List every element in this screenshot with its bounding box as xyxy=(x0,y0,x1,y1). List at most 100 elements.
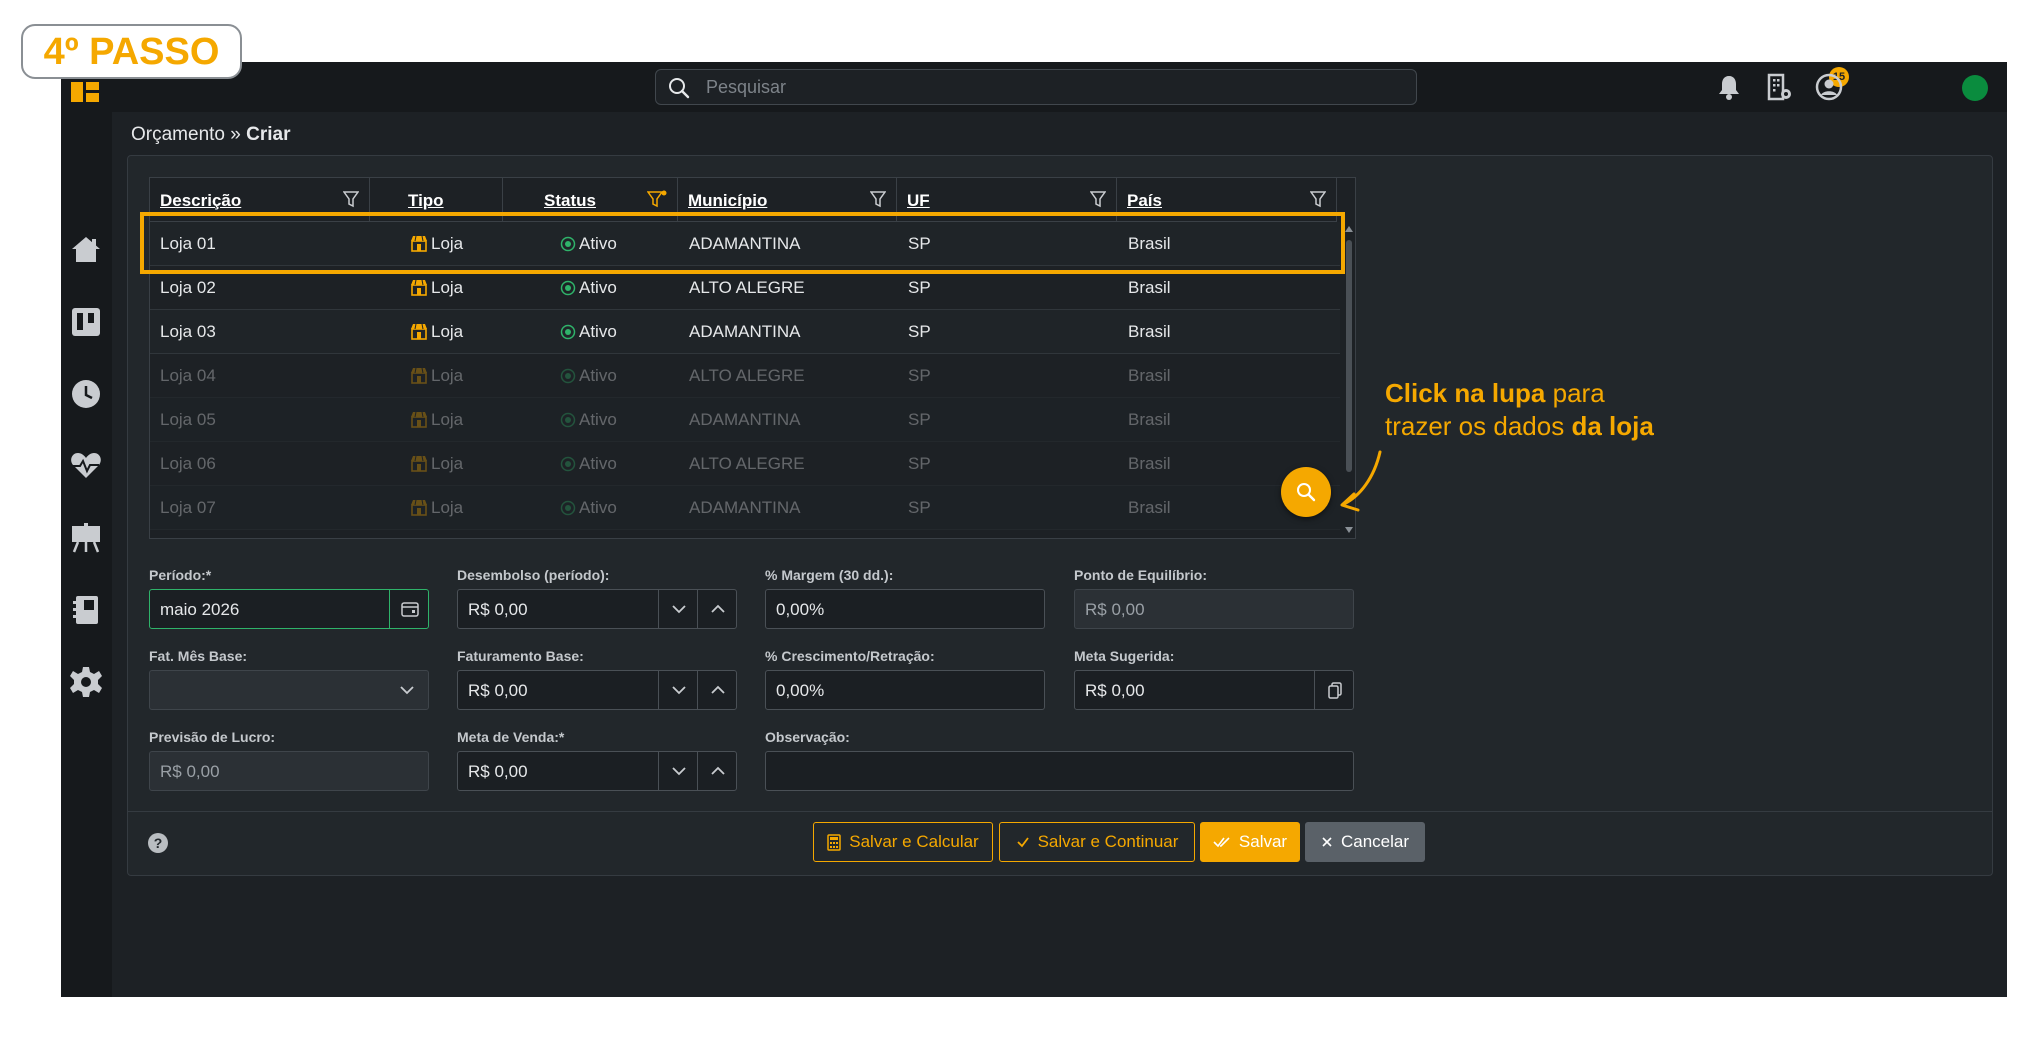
decrement-button[interactable] xyxy=(658,671,697,709)
cell-text: Ativo xyxy=(579,410,617,429)
cell-text: SP xyxy=(908,410,931,429)
save-and-continue-label: Salvar e Continuar xyxy=(1037,832,1179,851)
scroll-down-arrow[interactable] xyxy=(1345,527,1353,533)
search-box[interactable] xyxy=(655,69,1417,105)
cell-text: Brasil xyxy=(1128,366,1171,385)
margem-field[interactable]: 0,00% xyxy=(765,589,1045,629)
help-icon[interactable]: ? xyxy=(148,833,168,853)
save-and-continue-button[interactable]: Salvar e Continuar xyxy=(999,822,1195,862)
decrement-button[interactable] xyxy=(658,752,697,790)
column-header-label: Descrição xyxy=(160,191,242,210)
chevron-up-icon xyxy=(711,604,725,613)
increment-button[interactable] xyxy=(697,671,736,709)
table-row[interactable]: Loja 04 Loja Ativo ALTO ALEGRE SP Brasil xyxy=(150,354,1340,398)
bell-icon[interactable] xyxy=(1714,72,1744,102)
table-row[interactable]: Loja 06 Loja Ativo ALTO ALEGRE SP Brasil xyxy=(150,442,1340,486)
status-active-icon xyxy=(560,368,576,384)
meta-venda-field[interactable]: R$ 0,00 xyxy=(457,751,737,791)
cell-text: Ativo xyxy=(579,278,617,297)
cell-text: ALTO ALEGRE xyxy=(689,278,805,297)
chevron-down-icon xyxy=(672,605,686,614)
cell-uf: SP xyxy=(908,366,931,386)
cell-text: Loja 07 xyxy=(160,498,216,517)
previsao-lucro-value: R$ 0,00 xyxy=(160,762,220,781)
filter-icon[interactable] xyxy=(870,190,886,208)
meta-sugerida-field[interactable]: R$ 0,00 xyxy=(1074,670,1354,710)
observacao-field[interactable] xyxy=(765,751,1354,791)
search-icon xyxy=(669,78,690,99)
building-settings-icon[interactable] xyxy=(1764,72,1794,102)
table-row[interactable]: Loja 05 Loja Ativo ADAMANTINA SP Brasil xyxy=(150,398,1340,442)
cell-pais: Brasil xyxy=(1128,454,1171,474)
table-row[interactable]: Loja 07 Loja Ativo ADAMANTINA SP Brasil xyxy=(150,486,1340,530)
cell-text: Loja 03 xyxy=(160,322,216,341)
cell-text: Brasil xyxy=(1128,454,1171,473)
store-icon xyxy=(411,279,427,296)
scroll-up-arrow[interactable] xyxy=(1345,226,1353,232)
copy-button[interactable] xyxy=(1314,671,1353,709)
cell-text: Loja xyxy=(431,366,464,385)
desembolso-value[interactable]: R$ 0,00 xyxy=(468,600,528,620)
store-icon xyxy=(411,323,427,340)
magnifier-fab-button[interactable] xyxy=(1281,467,1331,517)
cell-text: Brasil xyxy=(1128,278,1171,297)
cell-uf: SP xyxy=(908,278,931,298)
user-account-icon[interactable] xyxy=(1814,72,1844,102)
breadcrumb-current: Criar xyxy=(246,124,291,145)
crescimento-value[interactable]: 0,00% xyxy=(776,681,824,701)
cell-municipio: ADAMANTINA xyxy=(689,410,800,430)
periodo-value[interactable]: maio 2026 xyxy=(160,600,239,620)
cell-status: Ativo xyxy=(560,322,617,342)
faturamento-base-field[interactable]: R$ 0,00 xyxy=(457,670,737,710)
filter-icon[interactable] xyxy=(1310,190,1326,208)
app-window: 15 xyxy=(61,62,2007,997)
chevron-down-icon[interactable] xyxy=(398,681,416,699)
cell-descricao: Loja 02 xyxy=(160,278,216,298)
save-and-calculate-button[interactable]: Salvar e Calcular xyxy=(813,822,993,862)
calendar-button[interactable] xyxy=(389,590,428,628)
increment-button[interactable] xyxy=(697,590,736,628)
step-badge: 4º PASSO xyxy=(21,24,242,79)
filter-icon[interactable] xyxy=(1090,190,1106,208)
breadcrumb-separator: » xyxy=(224,124,247,145)
cell-text: ADAMANTINA xyxy=(689,498,801,517)
breadcrumb-parent[interactable]: Orçamento xyxy=(131,124,225,145)
status-active-icon xyxy=(560,456,576,472)
column-header-label: Município xyxy=(688,191,768,210)
fat-mes-base-select[interactable] xyxy=(149,670,429,710)
cell-text: Loja 02 xyxy=(160,278,216,297)
check-icon xyxy=(1016,837,1029,848)
kanban-board-icon[interactable] xyxy=(69,305,103,339)
increment-button[interactable] xyxy=(697,752,736,790)
cell-status: Ativo xyxy=(560,454,617,474)
desembolso-field[interactable]: R$ 0,00 xyxy=(457,589,737,629)
home-icon[interactable] xyxy=(69,233,103,267)
margem-value[interactable]: 0,00% xyxy=(776,600,824,620)
cell-status: Ativo xyxy=(560,278,617,298)
meta-venda-value[interactable]: R$ 0,00 xyxy=(468,762,528,782)
filter-active-icon[interactable] xyxy=(647,190,667,208)
crescimento-field[interactable]: 0,00% xyxy=(765,670,1045,710)
table-row[interactable]: Loja 03 Loja Ativo ADAMANTINA SP Brasil xyxy=(150,310,1340,354)
periodo-label: Período:* xyxy=(149,567,212,583)
save-button[interactable]: Salvar xyxy=(1200,822,1300,862)
faturamento-base-value[interactable]: R$ 0,00 xyxy=(468,681,528,701)
settings-gear-icon[interactable] xyxy=(69,665,103,699)
filter-icon[interactable] xyxy=(343,190,359,208)
cell-tipo: Loja xyxy=(410,454,463,474)
magnifier-icon xyxy=(1297,483,1316,502)
periodo-field[interactable]: maio 2026 xyxy=(149,589,429,629)
cell-municipio: ADAMANTINA xyxy=(689,322,800,342)
notebook-icon[interactable] xyxy=(69,593,103,627)
scroll-thumb[interactable] xyxy=(1346,240,1352,472)
previsao-lucro-field: R$ 0,00 xyxy=(149,751,429,791)
search-input[interactable] xyxy=(706,70,1386,104)
clock-icon[interactable] xyxy=(69,377,103,411)
cancel-button[interactable]: Cancelar xyxy=(1305,822,1425,862)
health-heart-icon[interactable] xyxy=(69,449,103,483)
presentation-board-icon[interactable] xyxy=(69,521,103,555)
decrement-button[interactable] xyxy=(658,590,697,628)
cell-tipo: Loja xyxy=(410,278,463,298)
chevron-up-icon xyxy=(711,766,725,775)
cell-uf: SP xyxy=(908,454,931,474)
